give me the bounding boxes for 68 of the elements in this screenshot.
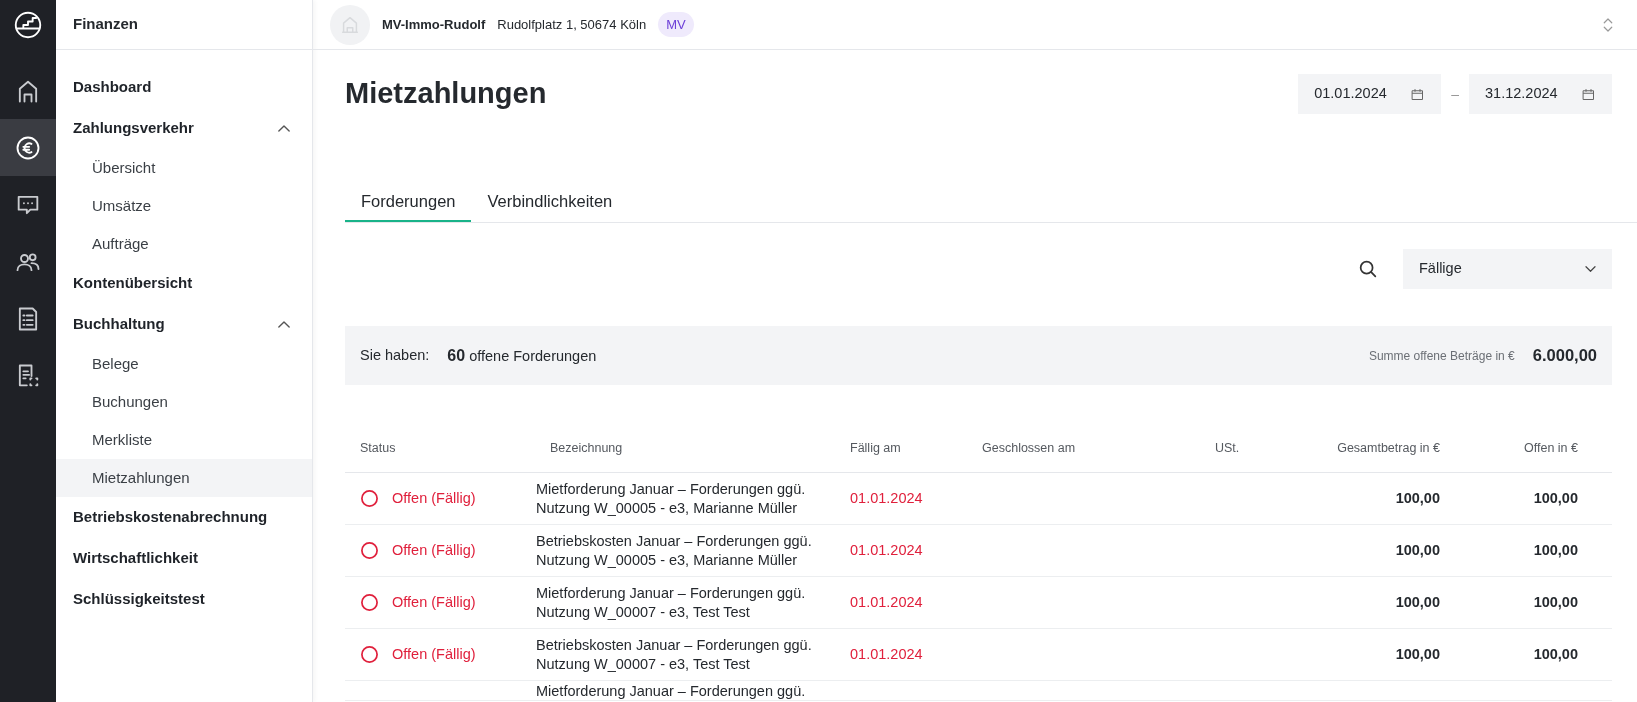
filter-dropdown[interactable]: Fällige	[1403, 249, 1612, 289]
calendar-icon	[1581, 86, 1596, 102]
search-icon[interactable]	[1357, 258, 1379, 280]
description-cell-text: Mietforderung Januar – Forderungen ggü.	[536, 683, 807, 699]
date-from-field[interactable]: 01.01.2024	[1298, 74, 1442, 114]
date-separator: –	[1451, 84, 1459, 104]
chevron-down-icon	[1585, 266, 1596, 272]
status-text: Offen (Fällig)	[392, 592, 476, 612]
open-claims-count: 60 offene Forderungen	[447, 345, 597, 366]
logo-icon	[14, 11, 42, 39]
column-header: USt.	[1215, 440, 1240, 458]
due-date-cell-text: 01.01.2024	[850, 488, 924, 508]
status-circle-icon	[360, 489, 379, 508]
chevron-up-icon	[278, 321, 290, 328]
status-circle-icon	[360, 593, 379, 612]
total-label: Summe offene Beträge in €	[1368, 347, 1515, 365]
total-amount-cell-text: 100,00	[1395, 540, 1440, 560]
column-header: Status	[360, 440, 396, 458]
total-amount-cell-text: 100,00	[1395, 592, 1440, 612]
sidebar-subitem[interactable]: Aufträge	[56, 225, 312, 263]
sidebar-subitem[interactable]: Buchungen	[56, 383, 312, 421]
property-badge: MV	[658, 11, 694, 38]
tab[interactable]: Forderungen	[345, 183, 472, 222]
column-header: Gesamtbetrag in €	[1337, 440, 1440, 458]
status-circle-icon	[360, 645, 379, 664]
description-cell-text: Betriebskosten Januar – Forderungen ggü. Nutzung W_00005 - e3, Marianne Müller	[536, 531, 813, 570]
page-title: Mietzahlungen	[345, 76, 547, 112]
sidebar-item[interactable]: Schlüssigkeitstest	[56, 579, 312, 620]
sidebar-title: Finanzen	[73, 14, 138, 35]
status-text: Offen (Fällig)	[392, 540, 476, 560]
sidebar-subitem[interactable]: Belege	[56, 345, 312, 383]
status-text: Offen (Fällig)	[392, 644, 476, 664]
due-date-cell-text: 01.01.2024	[850, 644, 924, 664]
status-circle-icon	[360, 541, 379, 560]
column-header: Offen in €	[1524, 440, 1578, 458]
status-text: Offen (Fällig)	[392, 488, 476, 508]
column-header: Geschlossen am	[982, 440, 1076, 458]
sidebar-item[interactable]: Buchhaltung	[56, 304, 312, 345]
sidebar-subitem[interactable]: Mietzahlungen	[56, 459, 312, 497]
sidebar-item[interactable]: Betriebskostenabrechnung	[56, 497, 312, 538]
summary-prefix: Sie haben:	[360, 345, 430, 365]
chevron-up-icon	[278, 125, 290, 132]
open-amount-cell-text: 100,00	[1533, 488, 1578, 508]
open-amount-cell-text: 100,00	[1533, 644, 1578, 664]
sidebar-subitem[interactable]: Übersicht	[56, 149, 312, 187]
sidebar-subitem[interactable]: Umsätze	[56, 187, 312, 225]
tab[interactable]: Verbindlichkeiten	[471, 183, 629, 222]
due-date-cell-text: 01.01.2024	[850, 592, 924, 612]
description-cell-text: Betriebskosten Januar – Forderungen ggü. Nutzung W_00007 - e3, Test Test	[536, 635, 813, 674]
total-amount: 6.000,00	[1532, 345, 1597, 367]
sidebar-item[interactable]: Wirtschaftlichkeit	[56, 538, 312, 579]
total-amount-cell-text: 100,00	[1395, 644, 1440, 664]
calendar-icon	[1410, 86, 1426, 102]
property-address: Rudolfplatz 1, 50674 Köln	[497, 15, 647, 34]
open-amount-cell-text: 100,00	[1533, 540, 1578, 560]
description-cell-text: Mietforderung Januar – Forderungen ggü. Nutzung W_00005 - e3, Marianne Müller	[536, 479, 807, 518]
column-header: Fällig am	[850, 440, 901, 458]
column-header: Bezeichnung	[550, 440, 623, 458]
sidebar-item[interactable]: Kontenübersicht	[56, 263, 312, 304]
sidebar-subitem[interactable]: Merkliste	[56, 421, 312, 459]
date-to-field[interactable]: 31.12.2024	[1469, 74, 1612, 114]
sidebar-item[interactable]: Zahlungsverkehr	[56, 108, 312, 149]
description-cell-text: Mietforderung Januar – Forderungen ggü. Nutzung W_00007 - e3, Test Test	[536, 583, 807, 622]
total-amount-cell-text: 100,00	[1395, 488, 1440, 508]
open-amount-cell-text: 100,00	[1533, 592, 1578, 612]
property-name: MV-Immo-Rudolf	[382, 15, 486, 34]
due-date-cell-text: 01.01.2024	[850, 540, 924, 560]
sidebar-item[interactable]: Dashboard	[56, 67, 312, 108]
